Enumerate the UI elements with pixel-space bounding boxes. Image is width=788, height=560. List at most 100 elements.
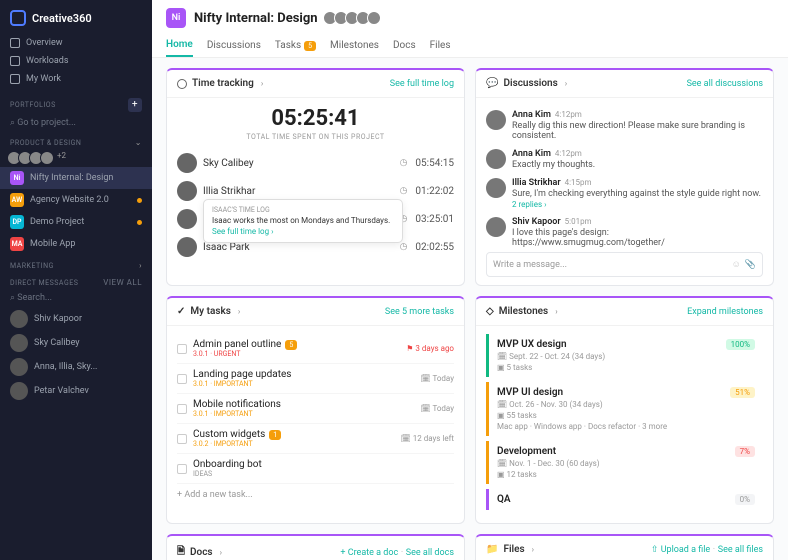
tab-home[interactable]: Home <box>166 34 193 57</box>
nav-my-work[interactable]: My Work <box>0 70 152 88</box>
milestone-row[interactable]: Development7%🗓 Nov. 1 - Dec. 30 (60 days… <box>486 441 763 484</box>
my-work-icon <box>10 74 20 84</box>
add-task-button[interactable]: + Add a new task... <box>177 484 454 506</box>
time-row-name: Sky Calibey <box>203 158 394 169</box>
page-title: Nifty Internal: Design <box>194 11 318 26</box>
discussions-title: 💬 Discussions› <box>486 78 567 89</box>
create-doc-link[interactable]: + Create a doc <box>340 548 398 558</box>
task-row[interactable]: Onboarding botIDEAS <box>177 454 454 484</box>
task-name: Admin panel outline <box>193 339 281 350</box>
see-time-log-link[interactable]: See full time log <box>390 79 454 89</box>
see-all-docs-link[interactable]: See all docs <box>406 548 454 558</box>
task-row[interactable]: Mobile notifications3.0.1 · IMPORTANT🗓 T… <box>177 394 454 424</box>
dm-item[interactable]: Sky Calibey <box>0 331 152 355</box>
see-all-files-link[interactable]: See all files <box>718 545 763 555</box>
dm-item[interactable]: Shiv Kapoor <box>0 307 152 331</box>
chevron-down-icon: ⌄ <box>135 138 142 147</box>
task-checkbox[interactable] <box>177 404 187 414</box>
task-name: Landing page updates <box>193 369 291 380</box>
expand-milestones-link[interactable]: Expand milestones <box>687 307 763 317</box>
nav-overview[interactable]: Overview <box>0 34 152 52</box>
discussion-message[interactable]: Shiv Kapoor5:01pmI love this page's desi… <box>486 213 763 252</box>
sidebar-project[interactable]: NiNifty Internal: Design <box>0 167 152 189</box>
milestone-row[interactable]: QA0% <box>486 489 763 510</box>
time-tracking-card: Time tracking›See full time log 05:25:41… <box>166 68 465 286</box>
chevron-right-icon[interactable]: › <box>261 79 263 88</box>
task-checkbox[interactable] <box>177 344 187 354</box>
dm-item[interactable]: Anna, Illia, Sky... <box>0 355 152 379</box>
task-checkbox[interactable] <box>177 464 187 474</box>
dm-item[interactable]: Petar Valchev <box>0 379 152 403</box>
tab-milestones[interactable]: Milestones <box>330 34 379 57</box>
milestone-extra: Mac app · Windows app · Docs refactor · … <box>497 422 755 431</box>
chevron-right-icon[interactable]: › <box>532 545 534 554</box>
time-tracking-title: Time tracking› <box>177 78 263 89</box>
chevron-right-icon[interactable]: › <box>565 79 567 88</box>
project-badge-icon: Ni <box>10 171 24 185</box>
tab-discussions[interactable]: Discussions <box>207 34 261 57</box>
view-all-link[interactable]: View all <box>103 278 142 287</box>
tab-docs[interactable]: Docs <box>393 34 416 57</box>
project-badge-icon: MA <box>10 237 24 251</box>
message-author: Shiv Kapoor <box>512 217 561 227</box>
stopwatch-icon: ◷ <box>400 158 408 168</box>
product-design-heading[interactable]: PRODUCT & DESIGN⌄ <box>0 132 152 149</box>
sidebar-project[interactable]: MAMobile App <box>0 233 152 255</box>
message-author: Anna Kim <box>512 110 551 120</box>
chevron-right-icon[interactable]: › <box>220 548 222 557</box>
portfolios-heading: PORTFOLIOS+ <box>0 92 152 114</box>
milestone-dates: 🗓 Oct. 26 - Nov. 30 (34 days) <box>497 400 755 409</box>
chevron-right-icon[interactable]: › <box>238 307 240 316</box>
tab-files[interactable]: Files <box>430 34 451 57</box>
milestone-row[interactable]: MVP UI design51%🗓 Oct. 26 - Nov. 30 (34 … <box>486 382 763 436</box>
task-name: Mobile notifications <box>193 399 281 410</box>
time-row-value: 05:54:15 <box>415 158 454 169</box>
task-row[interactable]: Landing page updates3.0.1 · IMPORTANT🗓 T… <box>177 364 454 394</box>
go-to-project[interactable]: ⌕ Go to project... <box>0 114 152 132</box>
sidebar-project[interactable]: AWAgency Website 2.0 <box>0 189 152 211</box>
tab-tasks[interactable]: Tasks 5 <box>275 34 316 57</box>
nav-workloads[interactable]: Workloads <box>0 52 152 70</box>
message-input[interactable]: Write a message...☺📎 <box>486 252 763 277</box>
task-name: Onboarding bot <box>193 459 262 470</box>
see-more-tasks-link[interactable]: See 5 more tasks <box>385 307 454 317</box>
time-row[interactable]: ◷03:25:01ISAAC'S TIME LOGIsaac works the… <box>177 205 454 233</box>
message-author: Illia Strikhar <box>512 178 561 188</box>
message-time: 5:01pm <box>565 217 592 226</box>
files-title: 📁 Files› <box>486 544 534 555</box>
chevron-right-icon[interactable]: › <box>555 307 557 316</box>
stopwatch-icon <box>177 79 187 89</box>
discussion-message[interactable]: Anna Kim4:12pmReally dig this new direct… <box>486 106 763 145</box>
project-badge-icon: DP <box>10 215 24 229</box>
time-row-value: 01:22:02 <box>415 186 454 197</box>
marketing-heading[interactable]: MARKETING› <box>0 255 152 272</box>
emoji-icon[interactable]: ☺ <box>732 259 741 270</box>
milestone-row[interactable]: MVP UX design100%🗓 Sept. 22 - Oct. 24 (3… <box>486 334 763 377</box>
attach-icon[interactable]: 📎 <box>745 260 756 270</box>
discussion-message[interactable]: Illia Strikhar 4:15pm Sure, I'm checking e… <box>486 174 763 213</box>
task-row[interactable]: Admin panel outline53.0.1 · URGENT⚑ 3 da… <box>177 334 454 364</box>
task-row[interactable]: Custom widgets13.0.2 · IMPORTANT🗓 12 day… <box>177 424 454 454</box>
task-checkbox[interactable] <box>177 434 187 444</box>
add-portfolio-button[interactable]: + <box>128 98 142 112</box>
tooltip-link[interactable]: See full time log › <box>212 227 394 236</box>
dm-search[interactable]: ⌕ Search... <box>0 289 152 307</box>
message-time: 4:12pm <box>555 149 582 158</box>
sidebar-project[interactable]: DPDemo Project <box>0 211 152 233</box>
upload-file-link[interactable]: ⇧ Upload a file <box>651 545 710 555</box>
member-avatars[interactable]: +2 <box>0 149 152 167</box>
message-replies-link[interactable]: 2 replies › <box>512 200 763 209</box>
milestones-title: ◇ Milestones› <box>486 306 558 317</box>
unread-dot-icon <box>137 198 142 203</box>
message-time: 4:12pm <box>555 110 582 119</box>
see-discussions-link[interactable]: See all discussions <box>687 79 763 89</box>
message-time: 4:15pm <box>565 178 592 187</box>
task-checkbox[interactable] <box>177 374 187 384</box>
discussion-message[interactable]: Anna Kim4:12pmExactly my thoughts. <box>486 145 763 174</box>
dm-name: Sky Calibey <box>34 338 80 348</box>
brand[interactable]: Creative360 <box>0 6 152 30</box>
time-row-name: Illia Strikhar <box>203 186 394 197</box>
project-members[interactable] <box>326 11 381 25</box>
message-text: Sure, I'm checking everything against th… <box>512 189 763 199</box>
time-row[interactable]: Sky Calibey ◷ 05:54:15 <box>177 149 454 177</box>
